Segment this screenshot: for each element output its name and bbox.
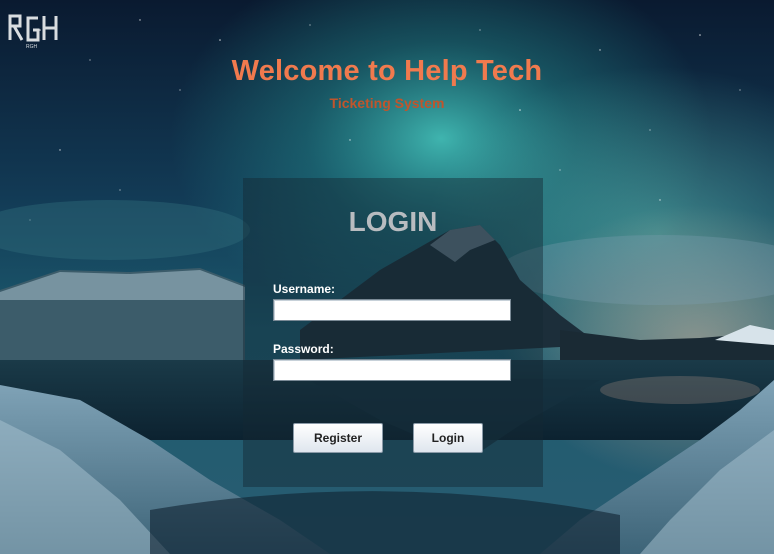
username-label: Username: <box>273 282 336 296</box>
page-title: Welcome to Help Tech <box>231 55 543 87</box>
register-button[interactable]: Register <box>293 423 383 453</box>
password-field[interactable] <box>273 359 511 381</box>
login-button[interactable]: Login <box>413 423 483 453</box>
page-subtitle: Ticketing System <box>329 95 445 111</box>
password-label: Password: <box>273 342 334 356</box>
username-field[interactable] <box>273 299 511 321</box>
rgh-logo-icon: RGH <box>8 14 58 50</box>
logo-caption: RGH <box>26 44 38 50</box>
login-panel: LOGIN Username: Password: Register Login <box>243 178 543 487</box>
login-heading: LOGIN <box>348 206 438 237</box>
